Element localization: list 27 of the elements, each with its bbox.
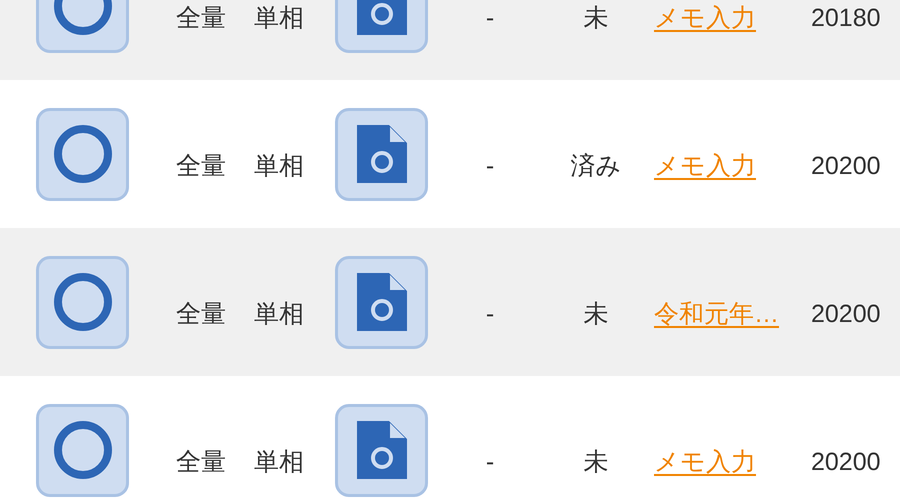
status-text: 未 [584, 3, 608, 34]
dash-text: - [486, 299, 494, 330]
status-text: 未 [584, 299, 608, 330]
status-text: 未 [584, 447, 608, 478]
phase-text: 単相 [254, 151, 305, 182]
memo-link[interactable]: メモ入力 [654, 148, 756, 186]
date-text: 20200 [811, 299, 881, 330]
date-text: 20180 [811, 3, 881, 34]
document-icon[interactable] [335, 256, 428, 348]
date-text: 20200 [811, 151, 881, 182]
dash-text: - [486, 151, 494, 182]
dash-text: - [486, 3, 494, 34]
dash-text: - [486, 447, 494, 478]
capacity-text: 全量 [176, 3, 227, 34]
status-text: 済み [570, 151, 622, 182]
document-icon[interactable] [335, 108, 428, 200]
phase-text: 単相 [254, 299, 305, 330]
capacity-text: 全量 [176, 299, 227, 330]
date-text: 20200 [811, 447, 881, 478]
document-icon[interactable] [335, 404, 428, 496]
capacity-text: 全量 [176, 447, 227, 478]
phase-text: 単相 [254, 3, 305, 34]
memo-link[interactable]: メモ入力 [654, 444, 756, 482]
phase-text: 単相 [254, 447, 305, 478]
capacity-text: 全量 [176, 151, 227, 182]
memo-link[interactable]: 令和元年… [654, 296, 779, 334]
memo-link[interactable]: メモ入力 [654, 0, 756, 38]
